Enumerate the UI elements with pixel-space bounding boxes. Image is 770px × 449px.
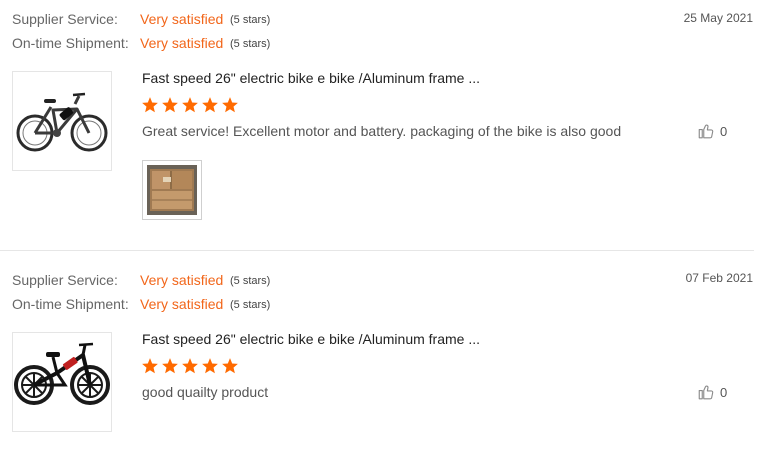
- supplier-service-value: Very satisfied: [140, 11, 224, 27]
- review-text: Great service! Excellent motor and batte…: [142, 123, 622, 139]
- supplier-service-value: Very satisfied: [140, 272, 224, 288]
- rating-stars: [141, 357, 239, 375]
- review-divider: [0, 250, 754, 251]
- review-date: 07 Feb 2021: [685, 271, 753, 285]
- star-icon: [202, 97, 218, 113]
- on-time-shipment-stars: (5 stars): [230, 299, 271, 311]
- on-time-shipment-label: On-time Shipment:: [12, 296, 129, 312]
- star-icon: [222, 97, 238, 113]
- star-icon: [162, 358, 178, 374]
- thumbs-up-icon: [698, 124, 714, 139]
- product-title[interactable]: Fast speed 26" electric bike e bike /Alu…: [142, 331, 480, 347]
- supplier-service-label: Supplier Service:: [12, 11, 118, 27]
- like-button[interactable]: 0: [697, 121, 727, 141]
- ebike-folding-icon: [14, 342, 110, 405]
- review-photo[interactable]: [142, 160, 202, 220]
- like-count: 0: [720, 384, 728, 400]
- on-time-shipment-value: Very satisfied: [140, 35, 224, 51]
- like-count: 0: [720, 123, 728, 139]
- rating-stars: [141, 96, 239, 114]
- on-time-shipment-label: On-time Shipment:: [12, 35, 129, 51]
- star-icon: [182, 358, 198, 374]
- supplier-service-label: Supplier Service:: [12, 272, 118, 288]
- on-time-shipment-value: Very satisfied: [140, 296, 224, 312]
- review-date: 25 May 2021: [683, 11, 753, 25]
- product-image[interactable]: [12, 71, 112, 171]
- like-button[interactable]: 0: [697, 382, 727, 402]
- ebike-hardtail-icon: [16, 92, 108, 152]
- cardboard-boxes-photo: [147, 165, 197, 215]
- star-icon: [142, 97, 158, 113]
- review-text: good quailty product: [142, 384, 269, 400]
- thumbs-up-icon: [698, 385, 714, 400]
- supplier-service-stars: (5 stars): [230, 275, 271, 287]
- product-image[interactable]: [12, 332, 112, 432]
- on-time-shipment-stars: (5 stars): [230, 38, 271, 50]
- star-icon: [182, 97, 198, 113]
- star-icon: [142, 358, 158, 374]
- product-title[interactable]: Fast speed 26" electric bike e bike /Alu…: [142, 70, 480, 86]
- star-icon: [162, 97, 178, 113]
- star-icon: [222, 358, 238, 374]
- supplier-service-stars: (5 stars): [230, 14, 271, 26]
- star-icon: [202, 358, 218, 374]
